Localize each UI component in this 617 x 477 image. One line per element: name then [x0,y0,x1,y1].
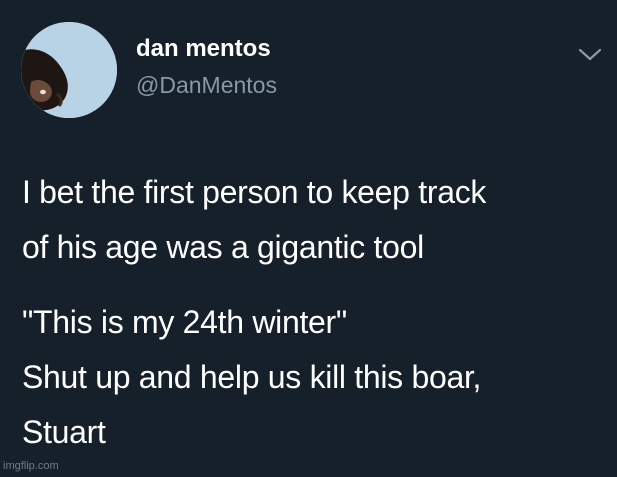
avatar-photo [21,22,117,118]
tweet-line: Shut up and help us kill this boar, [22,359,482,395]
display-name[interactable]: dan mentos [136,35,271,63]
tweet-line: of his age was a gigantic tool [22,229,424,265]
tweet-text: I bet the first person to keep track of … [22,165,612,460]
imgflip-watermark: imgflip.com [3,460,59,472]
tweet-line: "This is my 24th winter" [22,304,347,340]
chevron-down-icon[interactable] [577,47,603,63]
tweet-card: dan mentos @DanMentos I bet the first pe… [0,0,617,477]
avatar[interactable] [21,22,117,118]
user-handle[interactable]: @DanMentos [136,72,277,99]
tweet-line: I bet the first person to keep track [22,174,487,210]
tweet-line: Stuart [22,414,106,450]
